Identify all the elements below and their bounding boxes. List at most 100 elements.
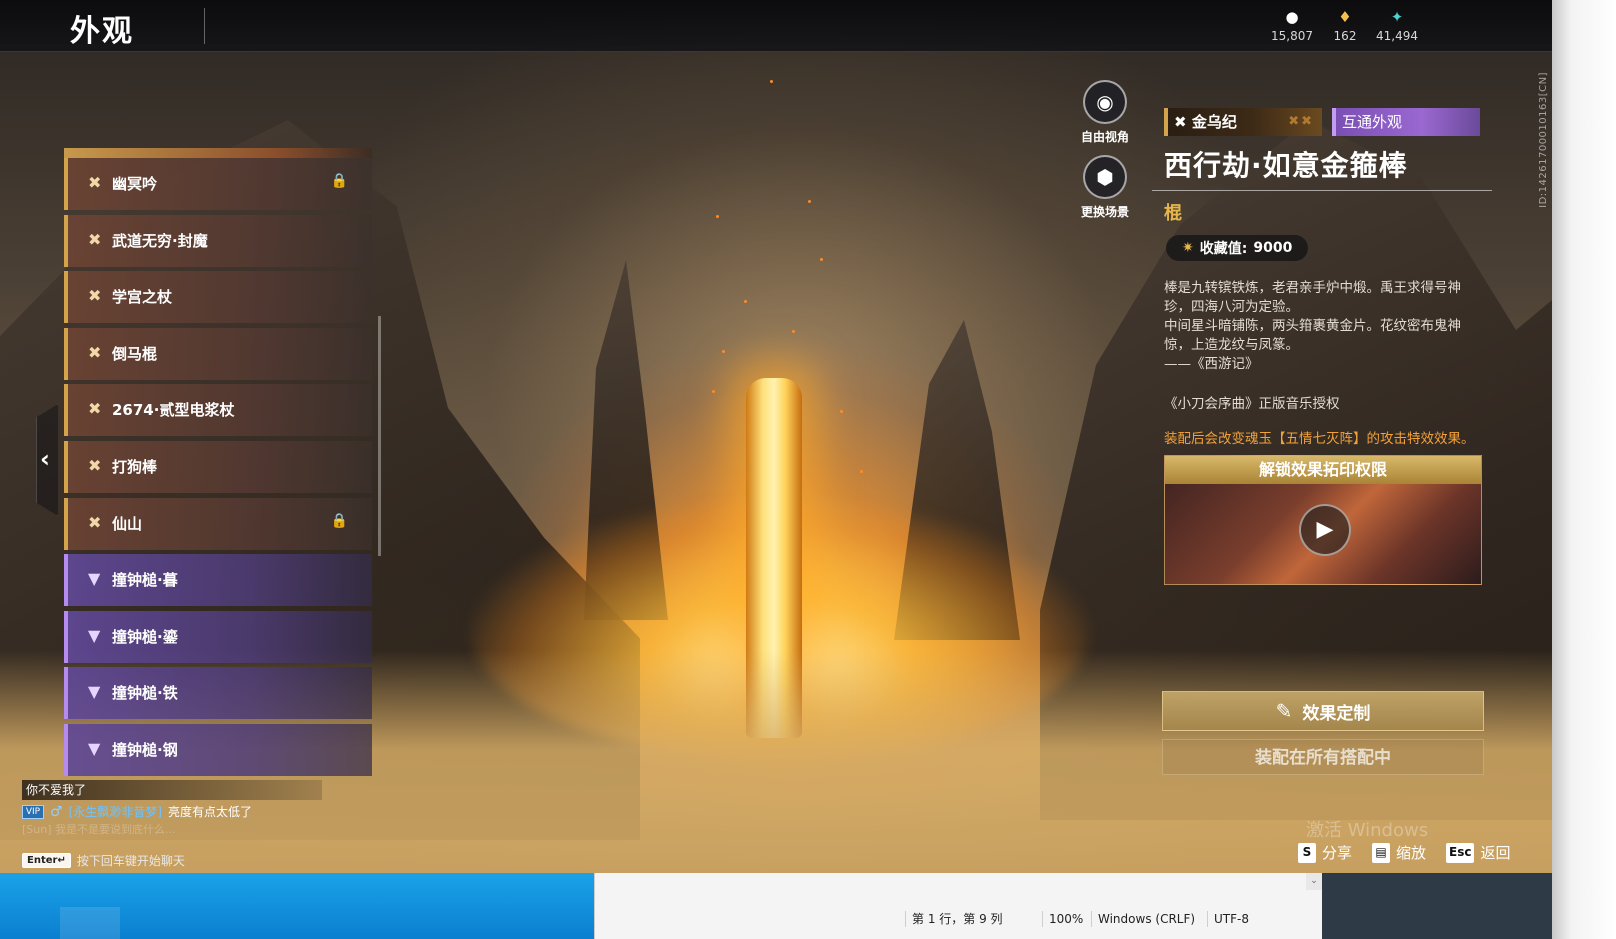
list-item[interactable]: ▼ 撞钟槌·钢 xyxy=(64,723,372,776)
list-top-edge xyxy=(64,148,372,158)
chat-message: VIP ♂ [永生飘渺非昔梦] 亮度有点太低了 xyxy=(22,803,322,821)
lock-icon: 🔒 xyxy=(330,512,348,529)
brush-icon: ✎ xyxy=(1275,699,1293,723)
list-item[interactable]: ✖ 仙山 🔒 xyxy=(64,497,372,550)
collapse-panel-button[interactable]: ‹ xyxy=(36,404,58,516)
bottom-hints: S 分享 ▤ 缩放 Esc 返回 xyxy=(1298,842,1511,863)
cross-star-icon: ✖ xyxy=(1174,113,1187,131)
chat-panel: 你不爱我了 VIP ♂ [永生飘渺非昔梦] 亮度有点太低了 [Sun] 我是不是… xyxy=(22,780,322,869)
title-divider xyxy=(204,8,205,44)
cursor-position: 第 1 行，第 9 列 xyxy=(905,911,1003,927)
list-item-label: 2674·贰型电浆杖 xyxy=(112,401,235,420)
top-bar: 外观 ● 15,807 ♦ 162 ✦ 41,494 xyxy=(0,0,1600,52)
cross-star-icon: ✖ xyxy=(88,455,102,475)
spark xyxy=(860,470,863,473)
list-item[interactable]: ▼ 撞钟槌·铁 xyxy=(64,667,372,720)
series-tag-label: 金乌纪 xyxy=(1191,113,1237,131)
collect-value: 9000 xyxy=(1253,240,1293,256)
currency-value: 15,807 xyxy=(1271,29,1313,43)
collect-icon: ✷ xyxy=(1182,240,1194,256)
list-item-label: 打狗棒 xyxy=(112,457,158,476)
spark xyxy=(792,330,795,333)
change-scene-button[interactable]: ⬢ 更换场景 xyxy=(1073,155,1137,220)
cross-star-icon: ✖ xyxy=(88,512,102,532)
share-label: 分享 xyxy=(1322,844,1353,862)
spark xyxy=(820,258,823,261)
list-item-label: 幽冥吟 xyxy=(112,175,158,193)
currency-ticket[interactable]: ♦ 162 xyxy=(1315,8,1375,43)
version-id: ID:1426170001016​3[CN] xyxy=(1538,72,1549,208)
list-item-label: 撞钟槌·钢 xyxy=(112,740,178,759)
description-line: 棒是九转镔铁炼，老君亲手炉中煅。禹王求得号神珍，四海八河为定验。 xyxy=(1164,280,1461,315)
butterfly-icon: ▼ xyxy=(88,738,101,758)
effect-customize-button[interactable]: ✎ 效果定制 xyxy=(1162,691,1484,731)
appearance-list[interactable]: ✖ 幽冥吟 🔒 ✖ 武道无穷·封魔 ✖ 学宫之杖 ✖ 倒马棍 ✖ 2674·贰型… xyxy=(64,148,372,776)
notepad-status-bar: ⌄ 第 1 行，第 9 列 100% Windows (CRLF) UTF-8 xyxy=(594,873,1322,939)
play-icon[interactable]: ▶ xyxy=(1299,504,1351,556)
collect-value-pill: ✷ 收藏值: 9000 xyxy=(1166,235,1309,261)
chat-hint[interactable]: Enter↵ 按下回车键开始聊天 xyxy=(22,852,322,869)
butterfly-icon: ▼ xyxy=(88,682,101,702)
list-item[interactable]: ▼ 撞钟槌·鎏 xyxy=(64,610,372,663)
list-item-label: 撞钟槌·暮 xyxy=(112,571,178,590)
taskbar-active-item[interactable] xyxy=(60,907,120,939)
series-tag: ✖ 金乌纪 ✖✖ xyxy=(1164,108,1322,136)
name-divider xyxy=(1152,190,1492,191)
spark xyxy=(716,215,719,218)
list-item[interactable]: ✖ 2674·贰型电浆杖 xyxy=(64,384,372,437)
effect-note: 装配后会改变魂玉【五情七灭阵】的攻击特效效果。 xyxy=(1164,431,1475,447)
cross-star-icon: ✖ xyxy=(88,286,102,306)
collect-label: 收藏值: xyxy=(1199,241,1248,257)
vip-badge: VIP xyxy=(22,805,44,819)
zoom-label: 缩放 xyxy=(1396,844,1427,862)
chevron-down-icon[interactable]: ⌄ xyxy=(1306,873,1322,890)
spark xyxy=(770,80,773,83)
share-hint[interactable]: S 分享 xyxy=(1298,842,1352,863)
zoom-hint[interactable]: ▤ 缩放 xyxy=(1372,842,1426,863)
butterfly-icon: ▼ xyxy=(88,569,101,589)
line-ending: Windows (CRLF) xyxy=(1091,911,1195,927)
unlock-preview[interactable]: 解锁效果拓印权限 ▶ xyxy=(1164,455,1482,585)
series-ornament-icon: ✖✖ xyxy=(1288,114,1314,129)
effect-customize-label: 效果定制 xyxy=(1302,703,1371,724)
spark xyxy=(840,410,843,413)
chat-sender[interactable]: [永生飘渺非昔梦] xyxy=(69,803,162,821)
list-item[interactable]: ✖ 学宫之杖 xyxy=(64,271,372,324)
chat-text: 亮度有点太低了 xyxy=(167,805,252,819)
list-item[interactable]: ▼ 撞钟槌·暮 xyxy=(64,554,372,607)
cross-star-icon: ✖ xyxy=(88,229,102,249)
free-view-button[interactable]: ◉ 自由视角 xyxy=(1073,80,1137,145)
desktop-edge xyxy=(1552,0,1616,939)
back-hint[interactable]: Esc 返回 xyxy=(1446,842,1511,863)
currency-value: 162 xyxy=(1333,29,1357,43)
unlock-title: 解锁效果拓印权限 xyxy=(1165,456,1481,484)
chat-message-faded: [Sun] 我是不是要说到底什么... xyxy=(22,823,176,836)
list-item-label: 倒马棍 xyxy=(112,344,158,363)
description-line: ——《西游记》 xyxy=(1164,356,1259,372)
taskbar-right xyxy=(1322,873,1552,939)
list-scrollbar[interactable] xyxy=(378,316,381,556)
description-line: 中间星斗暗铺陈，两头箝裹黄金片。花纹密布鬼神惊，上造龙纹与凤篆。 xyxy=(1164,318,1461,353)
list-item-label: 学宫之杖 xyxy=(112,288,173,307)
spark xyxy=(722,350,725,353)
ticket-icon: ♦ xyxy=(1338,8,1352,26)
list-item-label: 武道无穷·封魔 xyxy=(112,231,208,250)
currency-feather[interactable]: ✦ 41,494 xyxy=(1367,8,1427,43)
equipped-in-all-button[interactable]: 装配在所有搭配中 xyxy=(1162,739,1484,775)
status-cells: 第 1 行，第 9 列 100% Windows (CRLF) UTF-8 xyxy=(595,890,1322,939)
list-item[interactable]: ✖ 武道无穷·封魔 xyxy=(64,214,372,267)
item-description: 棒是九转镔铁炼，老君亲手炉中煅。禹王求得号神珍，四海八河为定验。 中间星斗暗铺陈… xyxy=(1160,279,1486,374)
feather-icon: ✦ xyxy=(1390,8,1404,26)
list-item[interactable]: ✖ 打狗棒 xyxy=(64,440,372,493)
list-item[interactable]: ✖ 幽冥吟 🔒 xyxy=(64,158,372,210)
chat-message: 你不爱我了 xyxy=(22,780,322,800)
list-item[interactable]: ✖ 倒马棍 xyxy=(64,327,372,380)
currency-coin[interactable]: ● 15,807 xyxy=(1262,8,1322,43)
encoding: UTF-8 xyxy=(1207,911,1249,927)
page-title: 外观 xyxy=(70,14,134,49)
detail-panel: ✖ 金乌纪 ✖✖ 互通外观 西行劫·如意金箍棒 棍 ✷ 收藏值: 9000 棒是… xyxy=(1152,108,1492,585)
butterfly-icon: ▼ xyxy=(88,625,101,645)
item-name: 西行劫·如意金箍棒 xyxy=(1164,149,1408,182)
cube-icon: ⬢ xyxy=(1083,155,1127,199)
lock-icon: 🔒 xyxy=(330,173,348,189)
